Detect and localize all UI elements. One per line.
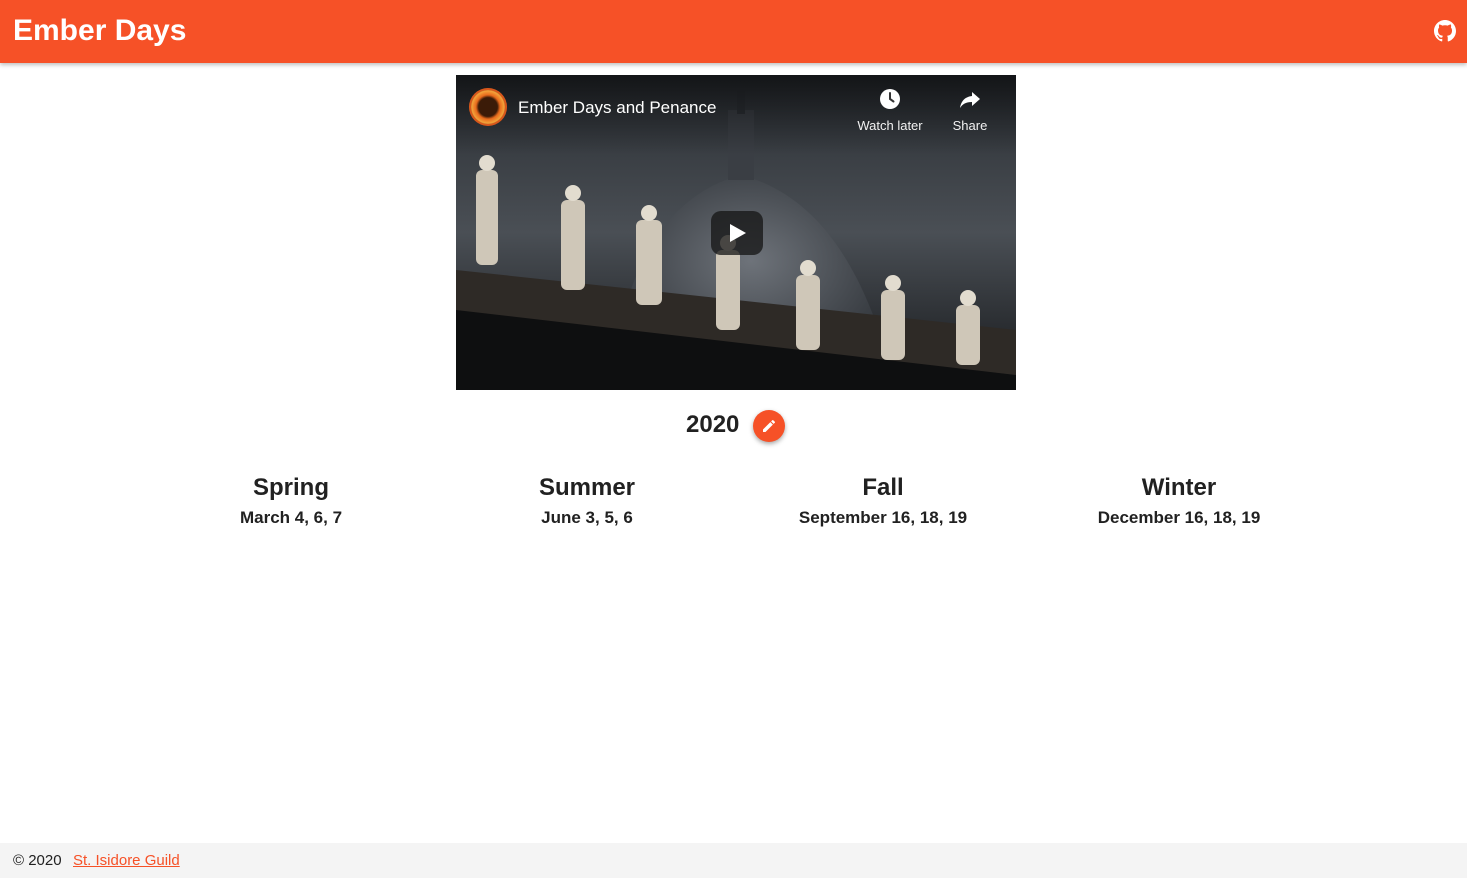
season-dates: March 4, 6, 7 xyxy=(239,508,343,527)
share-label: Share xyxy=(952,118,988,133)
footer: © 2020 St. Isidore Guild xyxy=(0,843,1467,878)
app-title: Ember Days xyxy=(13,14,187,47)
clock-icon xyxy=(880,89,900,109)
share-button[interactable]: Share xyxy=(930,87,1010,137)
season-winter: Winter December 16, 18, 19 xyxy=(1031,472,1327,529)
edit-year-button[interactable] xyxy=(753,410,785,442)
year-label: 2020 xyxy=(686,411,740,438)
video-player[interactable]: Ember Days and Penance Watch later Share xyxy=(456,75,1016,390)
season-summer: Summer June 3, 5, 6 xyxy=(439,472,735,529)
video-title[interactable]: Ember Days and Penance xyxy=(518,98,716,118)
season-name: Fall xyxy=(862,474,904,501)
play-button[interactable] xyxy=(711,211,763,255)
year-selector: 2020 xyxy=(0,408,1467,448)
season-dates: September 16, 18, 19 xyxy=(798,508,968,527)
season-dates: December 16, 18, 19 xyxy=(1097,508,1261,527)
season-dates: June 3, 5, 6 xyxy=(541,508,633,527)
season-name: Spring xyxy=(253,474,329,501)
channel-logo[interactable] xyxy=(469,88,507,126)
watch-later-label: Watch later xyxy=(857,118,923,133)
share-arrow-icon xyxy=(960,92,980,108)
watch-later-button[interactable]: Watch later xyxy=(850,87,930,137)
copyright-text: © 2020 xyxy=(13,852,62,869)
st-isidore-guild-link[interactable]: St. Isidore Guild xyxy=(73,852,180,869)
season-spring: Spring March 4, 6, 7 xyxy=(143,472,439,529)
play-icon xyxy=(730,224,746,242)
season-name: Summer xyxy=(538,474,636,501)
app-bar: Ember Days xyxy=(0,0,1467,63)
season-name: Winter xyxy=(1141,474,1217,501)
github-icon[interactable] xyxy=(1434,20,1456,42)
pencil-icon xyxy=(763,419,776,432)
season-fall: Fall September 16, 18, 19 xyxy=(735,472,1031,529)
